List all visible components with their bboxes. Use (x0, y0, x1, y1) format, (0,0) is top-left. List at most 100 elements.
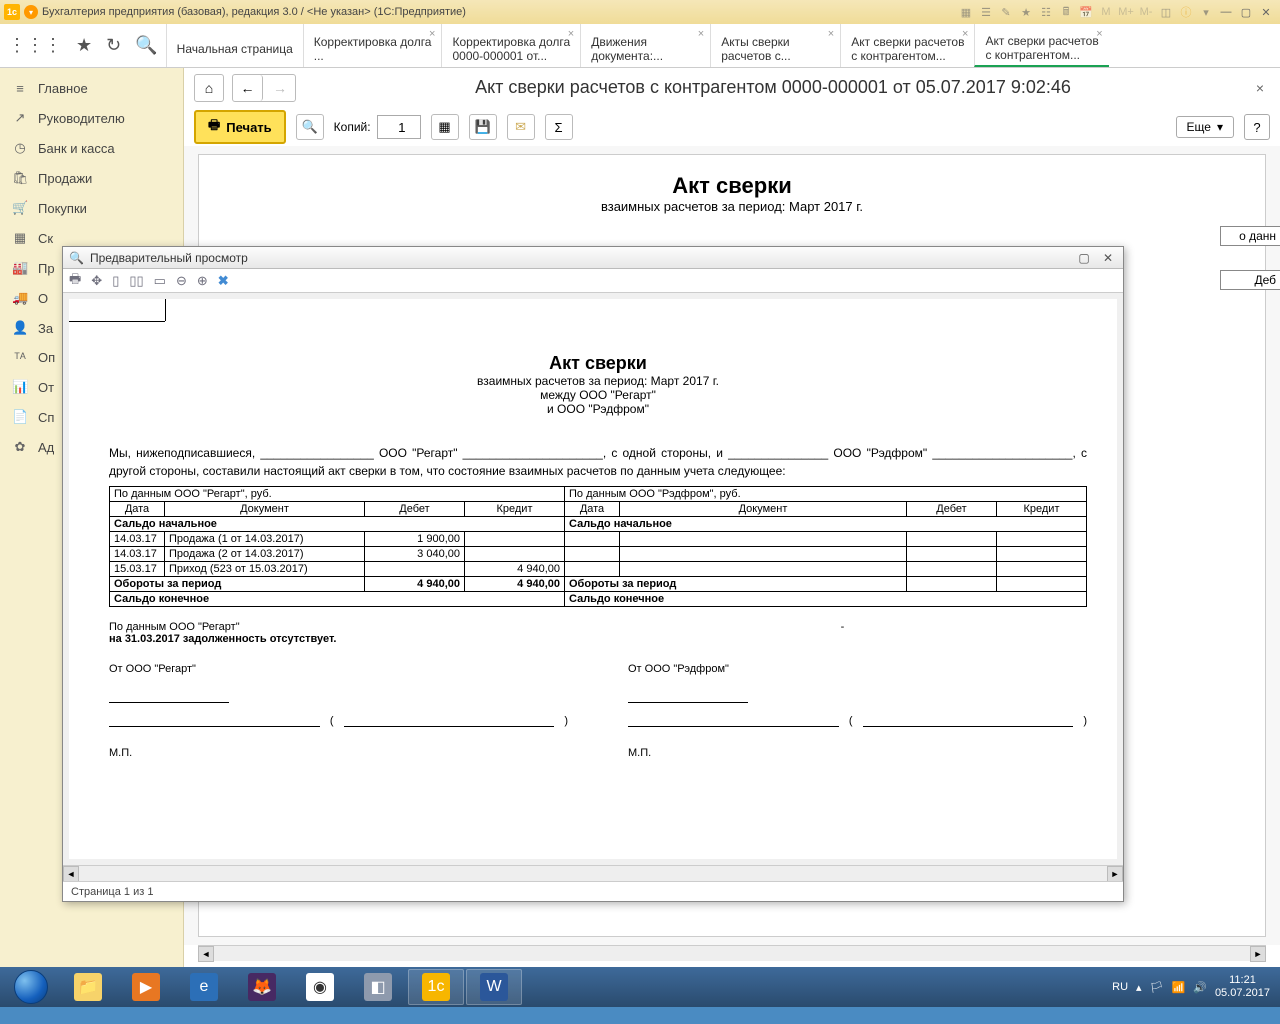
preview-icon: 🔍 (69, 251, 84, 265)
tb-icon[interactable]: M- (1138, 4, 1154, 20)
back-button[interactable]: ← (233, 75, 263, 101)
minimize-button[interactable]: — (1217, 4, 1235, 20)
app-toolbar: ⋮⋮⋮ ★ ↻ 🔍 Начальная страница ×Корректиро… (0, 24, 1280, 68)
dropdown-icon[interactable]: ▾ (1198, 4, 1214, 20)
lang-indicator[interactable]: RU (1112, 981, 1128, 993)
tb-button[interactable]: ▦ (431, 114, 459, 140)
help-button[interactable]: ? (1244, 114, 1270, 140)
taskbar-ie[interactable]: e (176, 969, 232, 1005)
close-icon[interactable]: × (1096, 28, 1102, 40)
sum-button[interactable]: Σ (545, 114, 573, 140)
tab-active[interactable]: ×Акт сверки расчетовс контрагентом... (974, 24, 1108, 67)
volume-icon[interactable]: 🔊 (1193, 981, 1207, 994)
star-icon[interactable]: ★ (76, 35, 92, 56)
maximize-button[interactable]: ▢ (1237, 4, 1255, 20)
close-icon[interactable]: × (698, 28, 704, 40)
tb-icon[interactable]: ☰ (978, 4, 994, 20)
sidebar-item[interactable]: ◷Банк и касса (0, 133, 183, 163)
sidebar-item[interactable]: 🛍Продажи (0, 163, 183, 193)
sidebar-item[interactable]: ≡Главное (0, 74, 183, 103)
close-button[interactable]: ✕ (1099, 251, 1117, 265)
taskbar-word[interactable]: W (466, 969, 522, 1005)
preview-status: Страница 1 из 1 (63, 881, 1123, 901)
zoomin-icon[interactable]: ⊕ (197, 273, 208, 289)
move-icon[interactable]: ✥ (91, 273, 102, 289)
tab-home[interactable]: Начальная страница (166, 24, 303, 67)
start-button[interactable] (4, 969, 58, 1005)
page-title: Акт сверки расчетов с контрагентом 0000-… (304, 77, 1242, 98)
save-button[interactable]: 💾 (469, 114, 497, 140)
preview-toolbar: 🖶 ✥ ▯ ▯▯ ▭ ⊖ ⊕ ✖ (63, 269, 1123, 293)
mail-button[interactable]: ✉ (507, 114, 535, 140)
fit-icon[interactable]: ▭ (154, 273, 166, 289)
taskbar-explorer[interactable]: 📁 (60, 969, 116, 1005)
gear-icon: ✿ (12, 439, 28, 455)
clipboard-icon[interactable]: ↻ (106, 35, 121, 56)
tb-icon[interactable]: ◫ (1158, 4, 1174, 20)
maximize-button[interactable]: ▢ (1075, 251, 1093, 265)
factory-icon: 🏭 (12, 260, 28, 276)
network-icon[interactable]: 📶 (1172, 981, 1186, 994)
taskbar: 📁 ▶ e 🦊 ◉ ◧ 1c W RU ▴ 🏳 📶 🔊 11:2105.07.2… (0, 967, 1280, 1007)
more-button[interactable]: Еще▾ (1176, 116, 1234, 138)
tab-item[interactable]: ×Акт сверки расчетовс контрагентом... (840, 24, 974, 67)
close-icon[interactable]: × (429, 28, 435, 40)
preview-button[interactable]: 🔍 (296, 114, 324, 140)
sidebar-item[interactable]: ↗Руководителю (0, 103, 183, 133)
search-icon[interactable]: 🔍 (135, 35, 157, 56)
tb-icon[interactable]: M+ (1118, 4, 1134, 20)
doc-icon: 📄 (12, 409, 28, 425)
hscrollbar[interactable]: ◄► (198, 945, 1266, 961)
tb-icon[interactable]: 🖩 (1058, 4, 1074, 20)
apps-icon[interactable]: ⋮⋮⋮ (8, 35, 62, 56)
tb-icon[interactable]: ✎ (998, 4, 1014, 20)
tb-icon[interactable]: ★ (1018, 4, 1034, 20)
preview-hscroll[interactable]: ◄► (63, 865, 1123, 881)
peek: о данн Деб (1220, 202, 1280, 290)
page1-icon[interactable]: ▯ (112, 273, 119, 289)
truck-icon: 🚚 (12, 290, 28, 306)
taskbar-chrome[interactable]: ◉ (292, 969, 348, 1005)
tb-icon[interactable]: ☷ (1038, 4, 1054, 20)
grid-icon: ▦ (12, 230, 28, 246)
print-icon[interactable]: 🖶 (69, 270, 81, 292)
page2-icon[interactable]: ▯▯ (129, 273, 143, 289)
close-icon[interactable]: × (962, 28, 968, 40)
printer-icon: 🖶 (208, 116, 220, 138)
tab-item[interactable]: ×Корректировка долга... (303, 24, 442, 67)
close-button[interactable]: ✕ (1257, 4, 1275, 20)
taskbar-wmp[interactable]: ▶ (118, 969, 174, 1005)
copies-input[interactable] (377, 115, 421, 139)
tray-icon[interactable]: ▴ (1136, 981, 1142, 994)
clock[interactable]: 11:2105.07.2017 (1215, 974, 1270, 1000)
tab-item[interactable]: ×Акты сверкирасчетов с... (710, 24, 840, 67)
tab-item[interactable]: ×Корректировка долга0000-000001 от... (441, 24, 580, 67)
menu-icon: ≡ (12, 81, 28, 96)
close-icon[interactable]: × (828, 28, 834, 40)
close-doc-button[interactable]: × (1250, 80, 1270, 96)
sidebar-item[interactable]: 🛒Покупки (0, 193, 183, 223)
taskbar-firefox[interactable]: 🦊 (234, 969, 290, 1005)
zoomout-icon[interactable]: ⊖ (176, 273, 187, 289)
tb-icon[interactable]: 📅 (1078, 4, 1094, 20)
title-text: Бухгалтерия предприятия (базовая), редак… (42, 6, 466, 18)
close-icon[interactable]: × (568, 28, 574, 40)
reconciliation-table: По данным ООО "Регарт", руб.По данным ОО… (109, 486, 1087, 607)
info-icon[interactable]: ⓘ (1178, 4, 1194, 20)
dropdown-icon[interactable]: ▾ (24, 5, 38, 19)
forward-button[interactable]: → (265, 75, 295, 101)
tb-icon[interactable]: ▦ (958, 4, 974, 20)
bank-icon: ◷ (12, 140, 28, 156)
tab-item[interactable]: ×Движениядокумента:... (580, 24, 710, 67)
taskbar-app[interactable]: ◧ (350, 969, 406, 1005)
tb-icon[interactable]: M (1098, 4, 1114, 20)
person-icon: 👤 (12, 320, 28, 336)
titlebar: 1c ▾ Бухгалтерия предприятия (базовая), … (0, 0, 1280, 24)
cart-icon: 🛒 (12, 200, 28, 216)
home-button[interactable]: ⌂ (194, 74, 224, 102)
print-button[interactable]: 🖶Печать (194, 110, 286, 144)
preview-window: 🔍 Предварительный просмотр ▢ ✕ 🖶 ✥ ▯ ▯▯ … (62, 246, 1124, 902)
flag-icon[interactable]: 🏳 (1150, 981, 1164, 994)
close-preview-icon[interactable]: ✖ (218, 273, 229, 289)
taskbar-1c[interactable]: 1c (408, 969, 464, 1005)
